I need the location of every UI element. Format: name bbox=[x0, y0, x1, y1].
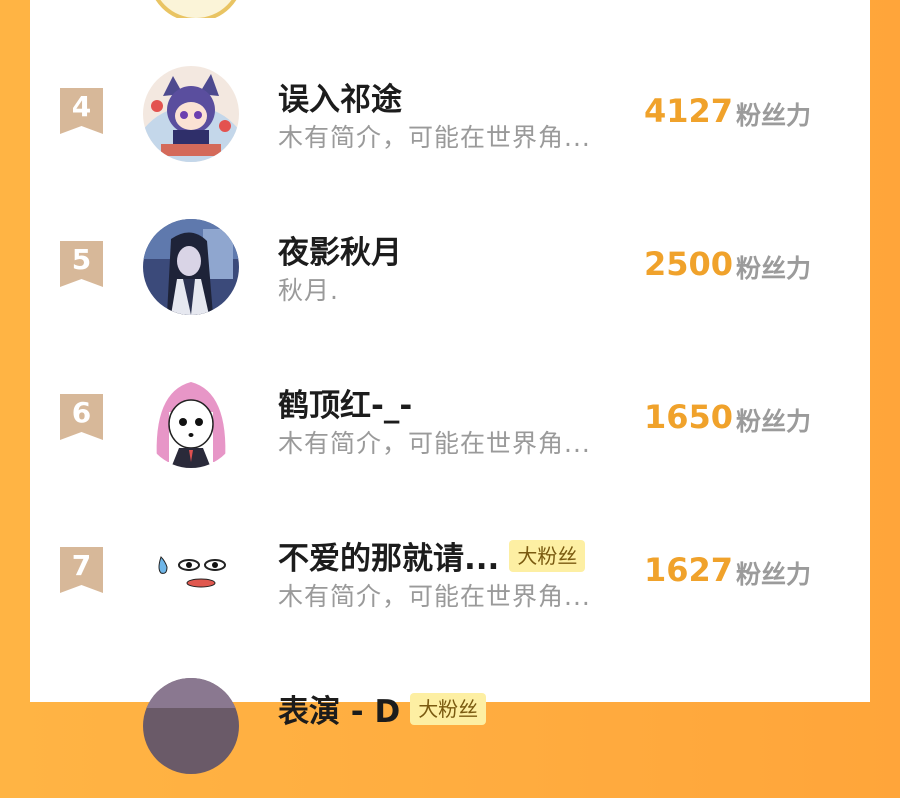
avatar[interactable] bbox=[143, 219, 239, 315]
ranking-row-6[interactable]: 6 鹤顶红-_- 木有简介，可能在世界角... 1650 粉丝力 bbox=[30, 372, 870, 492]
fan-power-label: 粉丝力 bbox=[736, 254, 812, 283]
user-name[interactable]: 表演 - D 大粉丝 bbox=[278, 686, 487, 731]
ranking-row-7[interactable]: 7 不爱的那就请... 大粉丝 木有简介，可能在世界角... 1627 粉丝力 bbox=[30, 525, 870, 645]
rank-badge: 5 bbox=[60, 241, 103, 287]
fan-power-label: 粉丝力 bbox=[736, 560, 812, 589]
user-bio: 木有简介，可能在世界角... bbox=[278, 123, 591, 152]
user-name[interactable]: 不爱的那就请... 大粉丝 bbox=[278, 533, 586, 578]
fan-power-label: 粉丝力 bbox=[736, 407, 812, 436]
fan-power-score: 4127 bbox=[644, 92, 734, 130]
fan-power-score: 1627 bbox=[644, 551, 734, 589]
big-fan-badge: 大粉丝 bbox=[410, 692, 487, 725]
big-fan-badge: 大粉丝 bbox=[509, 539, 586, 572]
user-bio: 木有简介，可能在世界角... bbox=[278, 429, 591, 458]
avatar[interactable] bbox=[143, 372, 239, 468]
rank-badge: 4 bbox=[60, 88, 103, 134]
fan-power-score: 2500 bbox=[644, 245, 734, 283]
rank-badge: 6 bbox=[60, 394, 103, 440]
ranking-row-4[interactable]: 4 误入祁途 木有简介，可能在世界角... 4127 粉丝力 bbox=[30, 66, 870, 186]
avatar[interactable] bbox=[143, 678, 239, 774]
user-name[interactable]: 误入祁途 bbox=[278, 74, 402, 119]
rank-badge: 7 bbox=[60, 547, 103, 593]
user-bio: 木有简介，可能在世界角... bbox=[278, 582, 591, 611]
user-bio: 秋月. bbox=[278, 276, 339, 305]
user-name[interactable]: 鹤顶红-_- bbox=[278, 380, 412, 425]
user-name[interactable]: 夜影秋月 bbox=[278, 227, 402, 272]
ranking-row-5[interactable]: 5 夜影秋月 秋月. 2500 粉丝力 bbox=[30, 219, 870, 339]
partial-avatar-top bbox=[148, 0, 240, 18]
fan-power-score: 1650 bbox=[644, 398, 734, 436]
avatar[interactable] bbox=[143, 66, 239, 162]
avatar[interactable] bbox=[143, 525, 239, 621]
fan-power-label: 粉丝力 bbox=[736, 101, 812, 130]
ranking-row-8[interactable]: 表演 - D 大粉丝 bbox=[30, 678, 870, 798]
